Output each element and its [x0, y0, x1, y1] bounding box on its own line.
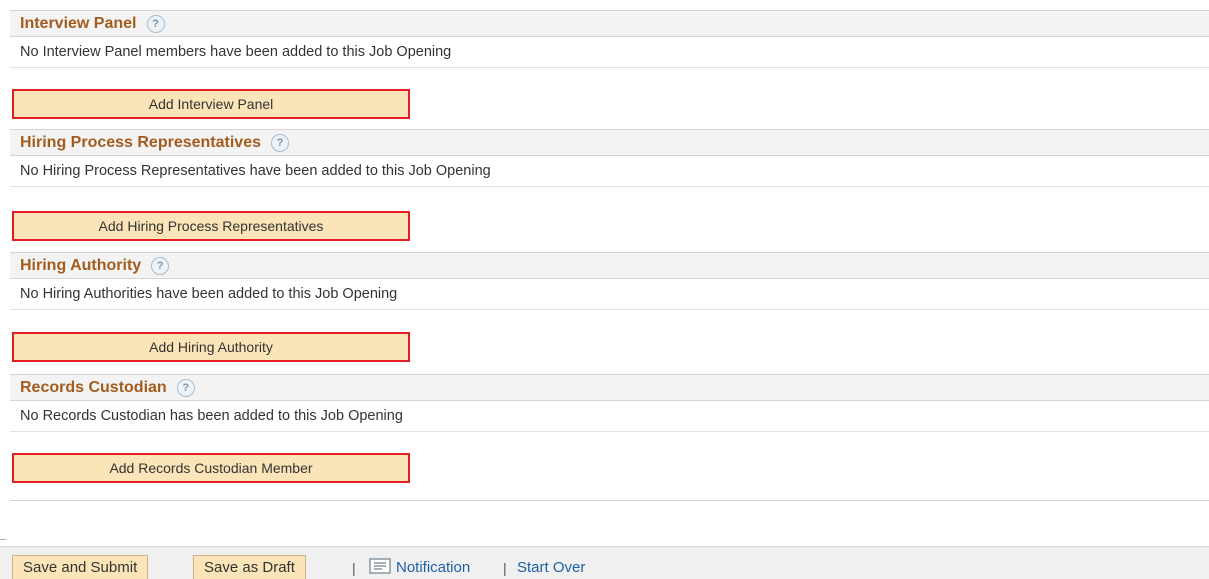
section-header: Hiring Authority ? [10, 252, 1209, 279]
records-custodian-section: Records Custodian ? No Records Custodian… [10, 374, 1209, 432]
hiring-authority-section: Hiring Authority ? No Hiring Authorities… [10, 252, 1209, 310]
help-icon[interactable]: ? [146, 14, 165, 33]
section-header: Interview Panel ? [10, 10, 1209, 37]
interview-panel-section: Interview Panel ? No Interview Panel mem… [10, 10, 1209, 68]
help-icon[interactable]: ? [176, 378, 195, 397]
notification-link[interactable]: Notification [396, 559, 470, 576]
help-icon[interactable]: ? [271, 133, 289, 152]
save-and-submit-button[interactable]: Save and Submit [12, 555, 149, 579]
add-hiring-authority-button[interactable]: Add Hiring Authority [12, 332, 410, 362]
add-interview-panel-button[interactable]: Add Interview Panel [12, 89, 410, 119]
section-empty-message: No Hiring Authorities have been added to… [10, 279, 1209, 310]
section-title: Hiring Process Representatives [20, 133, 261, 151]
section-title: Records Custodian [20, 378, 167, 396]
footer-separator: | [352, 560, 356, 576]
section-empty-message: No Hiring Process Representatives have b… [10, 156, 1209, 187]
help-icon[interactable]: ? [151, 256, 170, 275]
section-empty-message: No Interview Panel members have been add… [10, 37, 1209, 68]
start-over-link[interactable]: Start Over [517, 559, 585, 576]
section-title: Hiring Authority [20, 256, 142, 274]
save-as-draft-button[interactable]: Save as Draft [193, 555, 306, 579]
content-divider [10, 500, 1209, 501]
add-hiring-process-representatives-button[interactable]: Add Hiring Process Representatives [12, 211, 410, 241]
section-title: Interview Panel [20, 14, 137, 32]
footer-toolbar: Save and Submit Save as Draft | Notifica… [0, 546, 1209, 579]
footer-separator: | [503, 560, 507, 576]
section-header: Hiring Process Representatives ? [10, 129, 1209, 156]
add-records-custodian-member-button[interactable]: Add Records Custodian Member [12, 453, 410, 483]
hiring-process-representatives-section: Hiring Process Representatives ? No Hiri… [10, 129, 1209, 187]
edge-tick [0, 539, 6, 540]
notification-icon[interactable] [369, 558, 391, 574]
section-header: Records Custodian ? [10, 374, 1209, 401]
section-empty-message: No Records Custodian has been added to t… [10, 401, 1209, 432]
